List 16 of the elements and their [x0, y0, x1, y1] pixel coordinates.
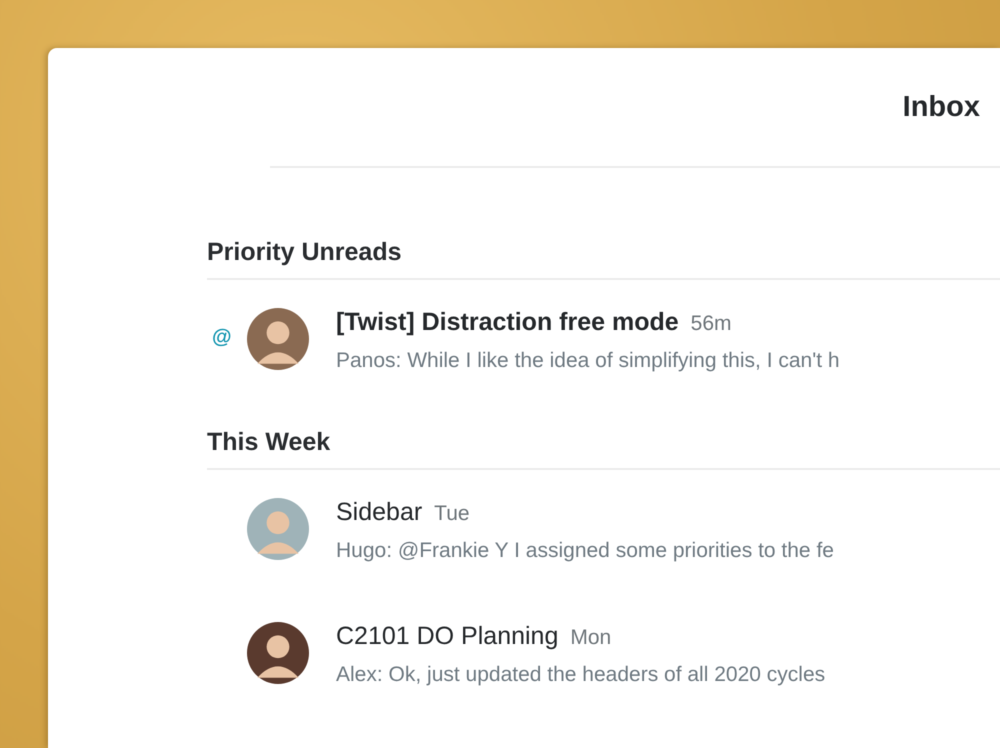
- avatar-icon: [247, 622, 309, 684]
- thread-preview: Hugo: @Frankie Y I assigned some priorities to the fe: [336, 539, 834, 563]
- thread-time: 56m: [690, 312, 732, 336]
- thread-preview: Alex: Ok, just updated the headers of all 2020 cycles: [336, 663, 826, 687]
- page-title: Inbox: [902, 90, 980, 124]
- thread-title[interactable]: [Twist] Distraction free mode: [336, 308, 679, 337]
- thread-time: Tue: [434, 502, 470, 526]
- section-heading: This Week: [207, 428, 332, 458]
- avatar-icon: [247, 498, 309, 560]
- thread-preview: Panos: While I like the idea of simplifying this, I can't h: [336, 349, 840, 373]
- section-heading: Priority Unreads: [207, 238, 403, 268]
- mention-marker: @: [212, 326, 232, 349]
- thread-time: Mon: [570, 626, 612, 650]
- avatar-icon: [247, 308, 309, 370]
- thread-title[interactable]: Sidebar: [336, 498, 422, 527]
- thread-title[interactable]: C2101 DO Planning: [336, 622, 558, 651]
